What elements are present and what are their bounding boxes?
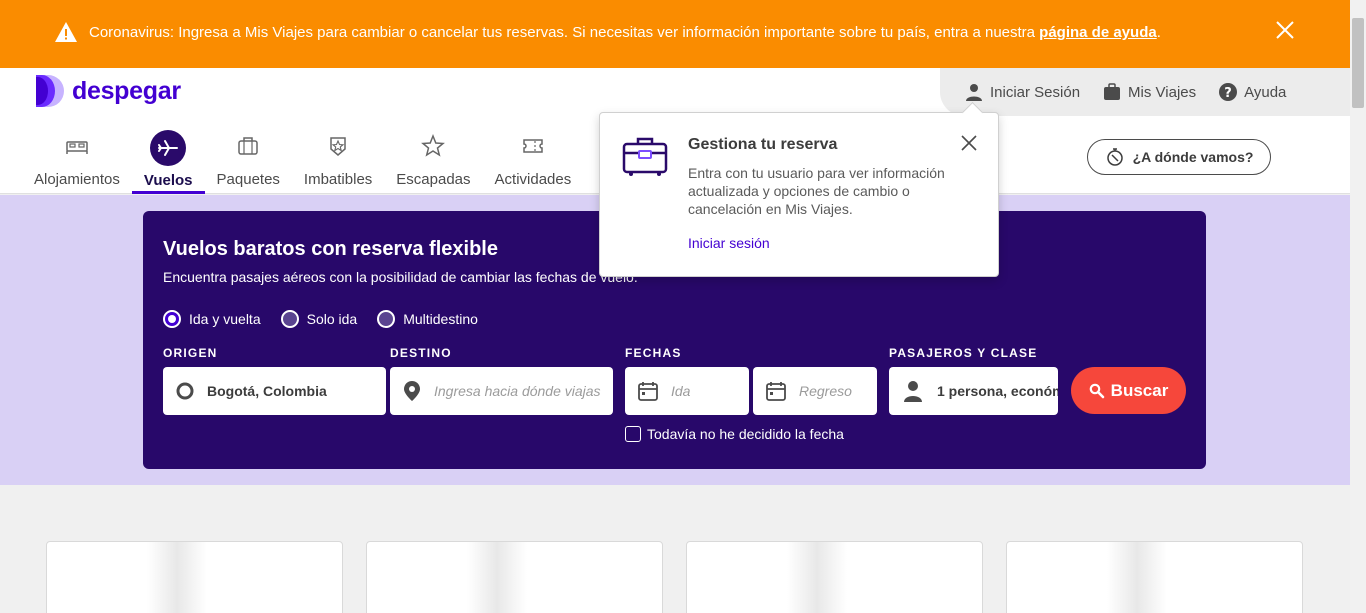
calendar-icon: [766, 382, 786, 401]
tab-label: Vuelos: [143, 172, 193, 189]
luggage-icon: [622, 137, 668, 176]
origin-field[interactable]: Bogotá, Colombia: [163, 367, 386, 415]
warning-icon: [55, 22, 77, 42]
origin-value: Bogotá, Colombia: [207, 383, 327, 399]
trip-type-multicity[interactable]: Multidestino: [377, 310, 478, 328]
tab-label: Actividades: [494, 171, 572, 188]
radio-unchecked[interactable]: [280, 310, 299, 328]
trip-type-label: Solo ida: [306, 311, 358, 327]
my-trips-link[interactable]: Mis Viajes: [1102, 82, 1196, 102]
bed-icon: [66, 141, 88, 154]
tab-label: Imbatibles: [303, 171, 373, 188]
ticket-icon: [523, 139, 543, 153]
return-date-field[interactable]: Regreso: [753, 367, 877, 415]
origin-label: ORIGEN: [163, 346, 218, 360]
logo[interactable]: despegar: [34, 75, 181, 107]
dates-label: FECHAS: [625, 346, 682, 360]
undecided-date-option[interactable]: Todavía no he decidido la fecha: [625, 426, 844, 442]
briefcase-icon: [1104, 83, 1121, 100]
origin-circle-icon: [176, 382, 194, 400]
loading-card: [686, 541, 983, 613]
plane-icon: [158, 140, 179, 156]
destination-field[interactable]: Ingresa hacia dónde viajas: [390, 367, 613, 415]
tab-actividades[interactable]: Actividades: [483, 130, 584, 194]
login-link[interactable]: Iniciar Sesión: [964, 82, 1080, 102]
destination-placeholder: Ingresa hacia dónde viajas: [434, 383, 601, 399]
login-label: Iniciar Sesión: [990, 83, 1081, 101]
calendar-icon: [638, 382, 658, 401]
loading-card: [366, 541, 663, 613]
where-to-button[interactable]: ¿A dónde vamos?: [1087, 139, 1271, 175]
help-label: Ayuda: [1244, 83, 1287, 101]
popover-login-link[interactable]: Iniciar sesión: [688, 235, 770, 251]
trip-type-group: Ida y vuelta Solo ida Multidestino: [163, 310, 486, 328]
tab-label: Alojamientos: [34, 171, 120, 188]
despegar-logo-icon: [36, 75, 64, 107]
alert-message: Coronavirus: Ingresa a Mis Viajes para c…: [89, 24, 1161, 41]
undecided-date-checkbox[interactable]: [625, 426, 641, 442]
svg-text:?: ?: [1224, 86, 1232, 101]
radio-unchecked[interactable]: [377, 310, 396, 328]
close-icon[interactable]: [960, 134, 978, 152]
trip-type-label: Multidestino: [403, 311, 478, 327]
help-page-link[interactable]: página de ayuda: [1039, 24, 1157, 41]
scrollbar-thumb[interactable]: [1352, 18, 1364, 108]
person-icon: [904, 381, 922, 402]
popover-title: Gestiona tu reserva: [688, 136, 838, 153]
undecided-date-label: Todavía no he decidido la fecha: [647, 426, 844, 442]
trip-type-roundtrip[interactable]: Ida y vuelta: [163, 310, 261, 328]
search-subtitle: Encuentra pasajes aéreos con la posibili…: [163, 269, 638, 285]
user-bar: Iniciar Sesión Mis Viajes ? Ayuda: [940, 68, 1350, 116]
return-placeholder: Regreso: [799, 383, 852, 399]
covid-alert-banner: Coronavirus: Ingresa a Mis Viajes para c…: [0, 0, 1350, 68]
tab-paquetes[interactable]: Paquetes: [205, 130, 292, 194]
location-pin-icon: [404, 381, 420, 401]
user-icon: [966, 84, 982, 101]
product-nav: Alojamientos Vuelos Paquetes Imbatibles …: [34, 130, 633, 194]
passengers-label: PASAJEROS Y CLASE: [889, 346, 1038, 360]
star-icon: [421, 133, 446, 157]
where-to-label: ¿A dónde vamos?: [1132, 149, 1254, 165]
trip-type-label: Ida y vuelta: [189, 311, 261, 327]
tab-vuelos[interactable]: Vuelos: [131, 130, 205, 194]
search-icon: [1089, 383, 1104, 398]
brand-name: despegar: [72, 76, 181, 105]
departure-date-field[interactable]: Ida: [625, 367, 749, 415]
compass-icon: [1106, 148, 1123, 166]
help-icon: ?: [1219, 83, 1238, 101]
suitcase-icon: [238, 137, 258, 155]
destination-label: DESTINO: [390, 346, 452, 360]
passengers-value: 1 persona, económica: [937, 383, 1058, 399]
tab-label: Escapadas: [396, 171, 471, 188]
my-trips-label: Mis Viajes: [1128, 83, 1197, 101]
search-button[interactable]: Buscar: [1071, 367, 1186, 414]
alert-text: Coronavirus: Ingresa a Mis Viajes para c…: [89, 24, 1040, 41]
page-scrollbar[interactable]: [1350, 0, 1366, 613]
loading-card: [1006, 541, 1303, 613]
loading-card: [46, 541, 343, 613]
departure-placeholder: Ida: [671, 383, 691, 399]
badge-icon: [330, 137, 346, 156]
search-title: Vuelos baratos con reserva flexible: [163, 238, 498, 260]
passengers-field[interactable]: 1 persona, económica: [889, 367, 1058, 415]
tab-escapadas[interactable]: Escapadas: [384, 130, 482, 194]
search-button-label: Buscar: [1110, 380, 1169, 400]
tab-imbatibles[interactable]: Imbatibles: [292, 130, 384, 194]
tab-alojamientos[interactable]: Alojamientos: [34, 130, 132, 194]
close-icon[interactable]: [1274, 19, 1296, 41]
popover-body: Entra con tu usuario para ver informació…: [688, 165, 945, 217]
tab-label: Paquetes: [216, 171, 280, 188]
help-link[interactable]: ? Ayuda: [1218, 82, 1286, 102]
manage-booking-popover: Gestiona tu reserva Entra con tu usuario…: [599, 112, 999, 277]
alert-suffix: .: [1156, 24, 1161, 41]
tab-icon-circle: [150, 130, 187, 166]
radio-checked[interactable]: [163, 310, 181, 328]
trip-type-oneway[interactable]: Solo ida: [280, 310, 358, 328]
